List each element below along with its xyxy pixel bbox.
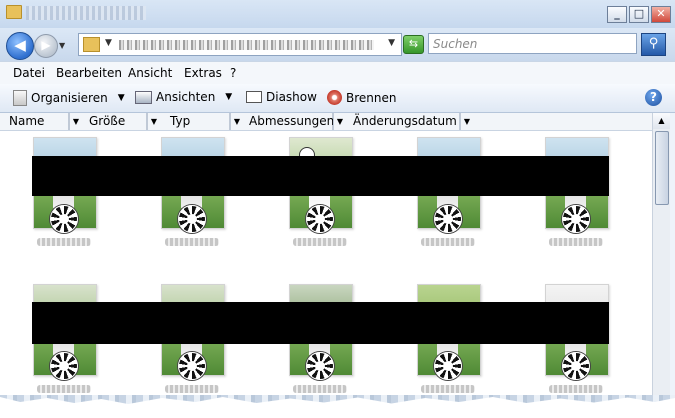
chevron-down-icon[interactable]: ▼: [230, 113, 243, 130]
views-label: Ansichten: [156, 90, 216, 104]
address-dropdown-icon[interactable]: ▼: [388, 38, 395, 48]
column-name[interactable]: Name: [6, 113, 69, 130]
back-button[interactable]: ◀: [6, 32, 34, 60]
column-dimensions[interactable]: Abmessungen: [246, 113, 334, 130]
video-overlay-icon: [306, 352, 334, 380]
address-path-field[interactable]: ▼ ▼: [78, 33, 402, 56]
chevron-down-icon: ▼: [225, 92, 233, 102]
file-name-obscured: [421, 385, 475, 393]
address-path-obscured: [119, 40, 374, 50]
slideshow-icon: [246, 91, 262, 103]
redaction-bar: [32, 156, 609, 196]
burn-disc-icon: [327, 90, 342, 105]
address-bar: ◀ ▶ ▼ ▼ ▼ ⇆ Suchen ⚲: [0, 28, 675, 61]
refresh-button[interactable]: ⇆: [403, 35, 424, 54]
scroll-up-icon[interactable]: ▲: [653, 113, 670, 129]
file-name-obscured: [549, 238, 603, 246]
chevron-down-icon[interactable]: ▼: [147, 113, 160, 130]
redaction-bar: [32, 302, 609, 344]
column-size[interactable]: Größe: [86, 113, 147, 130]
file-name-obscured: [37, 238, 91, 246]
menu-item-extras[interactable]: Extras: [184, 66, 222, 80]
menu-item-bearbeiten[interactable]: Bearbeiten: [56, 66, 122, 80]
window-title-obscured: [26, 6, 146, 20]
file-name-obscured: [421, 238, 475, 246]
video-overlay-icon: [306, 205, 334, 233]
column-date[interactable]: Änderungsdatum: [350, 113, 460, 130]
video-overlay-icon: [562, 352, 590, 380]
path-separator-icon[interactable]: ▼: [105, 38, 112, 48]
video-overlay-icon: [50, 352, 78, 380]
page-background: [0, 398, 675, 418]
chevron-down-icon[interactable]: ▼: [69, 113, 82, 130]
menu-bar: Datei Bearbeiten Ansicht Extras ?: [0, 61, 675, 85]
menu-item-datei[interactable]: Datei: [13, 66, 45, 80]
menu-item-help[interactable]: ?: [230, 66, 236, 80]
chevron-down-icon[interactable]: ▼: [333, 113, 346, 130]
help-icon[interactable]: ?: [645, 89, 662, 106]
chevron-down-icon[interactable]: ▼: [460, 113, 473, 130]
views-button[interactable]: Ansichten ▼: [135, 90, 232, 104]
history-dropdown-icon[interactable]: ▼: [59, 41, 65, 50]
views-icon: [135, 90, 152, 104]
organize-label: Organisieren: [31, 91, 108, 105]
search-icon[interactable]: ⚲: [641, 33, 666, 56]
command-bar: Organisieren ▼ Ansichten ▼ Diashow Brenn…: [0, 84, 675, 113]
organize-button[interactable]: Organisieren ▼: [13, 90, 125, 106]
video-overlay-icon: [434, 352, 462, 380]
vertical-scrollbar[interactable]: ▲: [652, 113, 670, 402]
slideshow-label: Diashow: [266, 90, 317, 104]
title-bar: _ □ ✕: [0, 0, 675, 28]
column-header: Name ▼ Größe ▼ Typ ▼ Abmessungen ▼ Änder…: [0, 113, 652, 131]
forward-button[interactable]: ▶: [34, 34, 58, 58]
menu-item-ansicht[interactable]: Ansicht: [128, 66, 172, 80]
file-name-obscured: [165, 385, 219, 393]
slideshow-button[interactable]: Diashow: [246, 90, 317, 104]
file-list: [0, 131, 652, 402]
video-overlay-icon: [50, 205, 78, 233]
file-name-obscured: [549, 385, 603, 393]
video-overlay-icon: [562, 205, 590, 233]
column-type[interactable]: Typ: [167, 113, 230, 130]
burn-label: Brennen: [346, 90, 397, 105]
folder-icon: [83, 37, 100, 52]
maximize-button[interactable]: □: [629, 6, 649, 23]
minimize-button[interactable]: _: [607, 6, 627, 23]
folder-icon: [6, 5, 22, 19]
search-input[interactable]: Suchen: [428, 33, 637, 54]
burn-button[interactable]: Brennen: [327, 90, 396, 105]
explorer-window: _ □ ✕ ◀ ▶ ▼ ▼ ▼ ⇆ Suchen ⚲ Datei Bearbei…: [0, 0, 675, 418]
file-name-obscured: [165, 238, 219, 246]
organize-icon: [13, 90, 27, 106]
chevron-down-icon: ▼: [117, 93, 125, 103]
window-controls: _ □ ✕: [607, 6, 671, 23]
video-overlay-icon: [178, 205, 206, 233]
file-name-obscured: [293, 385, 347, 393]
video-overlay-icon: [434, 205, 462, 233]
file-name-obscured: [293, 238, 347, 246]
file-name-obscured: [37, 385, 91, 393]
scrollbar-thumb[interactable]: [655, 131, 669, 205]
video-overlay-icon: [178, 352, 206, 380]
close-button[interactable]: ✕: [651, 6, 671, 23]
